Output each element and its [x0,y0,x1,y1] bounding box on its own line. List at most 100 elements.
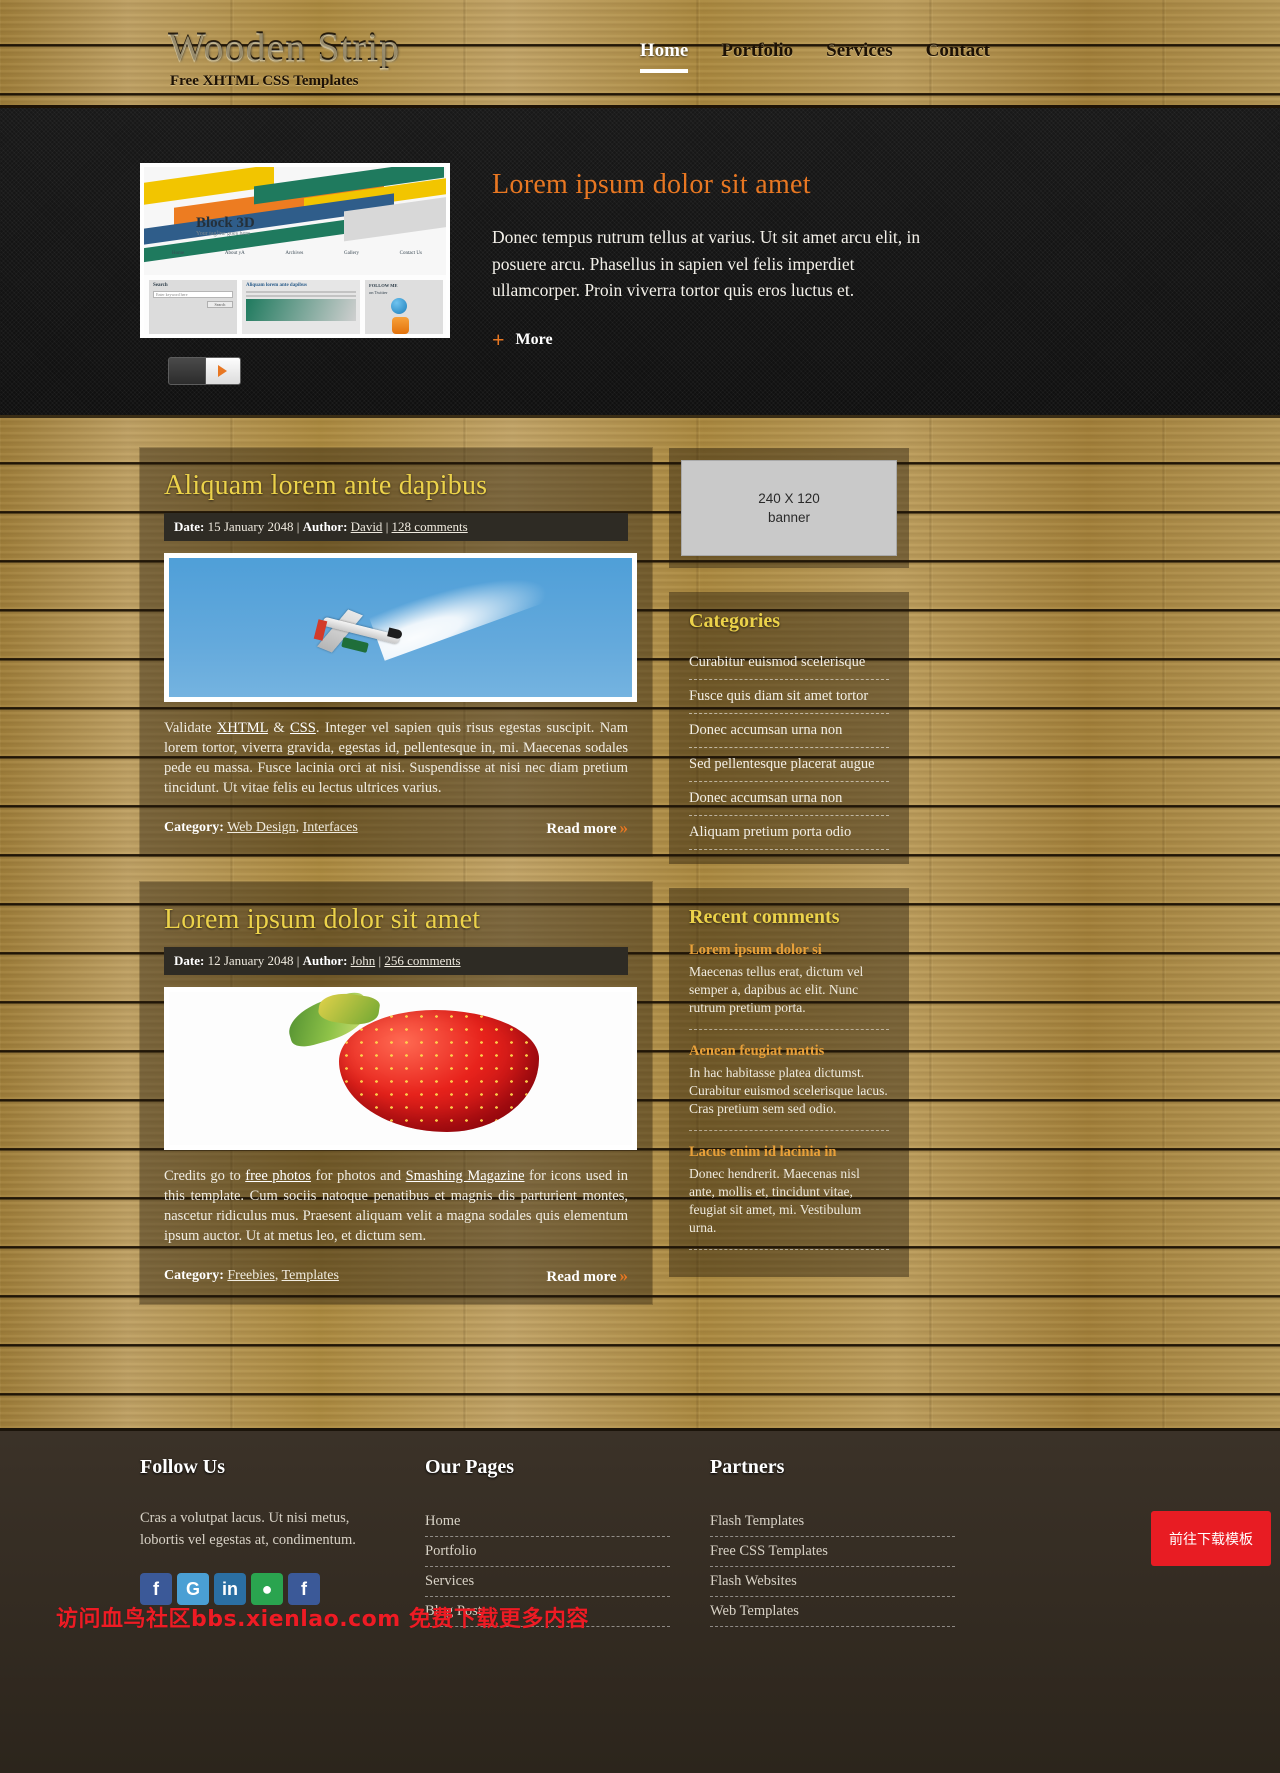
slider-controls[interactable] [168,357,241,385]
download-template-button[interactable]: 前往下载模板 [1151,1511,1271,1566]
post-date-label: Date: [174,519,205,534]
list-item[interactable]: Fusce quis diam sit amet tortor [689,680,889,714]
post-link-css[interactable]: CSS [290,720,316,736]
footer-link-services[interactable]: Services [425,1573,474,1589]
footer-link-home[interactable]: Home [425,1513,460,1529]
thumbnail-nav-item: Archives [285,251,304,256]
play-icon [218,365,228,377]
widget-recent-comments: Recent comments Lorem ipsum dolor si Mae… [669,888,909,1277]
list-item[interactable]: Free CSS Templates [710,1537,955,1567]
post-footer: Category: Freebies, Templates Read more» [164,1266,628,1304]
category-link[interactable]: Templates [282,1268,339,1283]
category-link[interactable]: Freebies [227,1268,274,1283]
read-more-label: Read more [546,821,617,837]
partner-link-flash-templates[interactable]: Flash Templates [710,1513,804,1529]
comment-title-link[interactable]: Lorem ipsum dolor si [689,942,889,959]
post-body: Validate XHTML & CSS. Integer vel sapien… [164,718,628,798]
category-item-link[interactable]: Donec accumsan urna non [689,722,842,738]
list-item[interactable]: Aliquam pretium porta odio [689,816,889,850]
list-item[interactable]: Portfolio [425,1537,670,1567]
read-more-link[interactable]: Read more» [546,1266,628,1286]
list-item[interactable]: Home [425,1507,670,1537]
comment-title-link[interactable]: Aenean feugiat mattis [689,1043,889,1060]
banner-more-label: More [515,330,553,348]
comment-item: Aenean feugiat mattis In hac habitasse p… [689,1043,889,1131]
plus-icon: + [492,326,505,352]
list-item[interactable]: Web Templates [710,1597,955,1627]
category-item-link[interactable]: Donec accumsan urna non [689,790,842,806]
thumbnail-nav-item: Gallery [344,251,359,256]
banner-heading: Lorem ipsum dolor sit amet [492,169,811,200]
partners-heading: Partners [710,1456,785,1478]
post-author-link[interactable]: John [351,953,376,968]
chevron-right-icon: » [619,818,629,837]
widget-categories: Categories Curabitur euismod scelerisque… [669,592,909,864]
thumbnail-search-button[interactable]: Search [207,301,233,308]
post-body-lead: Validate [164,720,217,736]
nav-item-portfolio[interactable]: Portfolio [721,40,793,73]
post-comments-link[interactable]: 256 comments [384,953,460,968]
partner-link-free-css-templates[interactable]: Free CSS Templates [710,1543,828,1559]
hero-banner: Block 3D Your tagline goes here Home Abo… [0,108,1280,418]
list-item[interactable]: Donec accumsan urna non [689,714,889,748]
list-item[interactable]: Flash Templates [710,1507,955,1537]
thumbnail-nav-item: Home [172,251,185,256]
list-item[interactable]: Flash Websites [710,1567,955,1597]
post-meta: Date: 15 January 2048 | Author: David | … [164,513,628,541]
post-comments-link[interactable]: 128 comments [392,519,468,534]
thumbnail-search-input[interactable]: Enter keyword here [153,291,233,298]
category-link[interactable]: Interfaces [303,820,358,835]
comment-title-link[interactable]: Lacus enim id lacinia in [689,1144,889,1161]
post-link-xhtml[interactable]: XHTML [217,720,268,736]
list-item[interactable]: Donec accumsan urna non [689,782,889,816]
category-link[interactable]: Web Design [227,820,295,835]
airplane-graphic [313,558,569,670]
nav-item-services[interactable]: Services [826,40,892,73]
list-item[interactable]: Sed pellentesque placerat augue [689,748,889,782]
banner-screenshot-thumbnail[interactable]: Block 3D Your tagline goes here Home Abo… [140,163,450,338]
post-category-list: Category: Web Design, Interfaces [164,820,358,835]
banner-more-link[interactable]: + More [492,326,932,352]
category-item-link[interactable]: Sed pellentesque placerat augue [689,756,875,772]
footer-column-partners: Partners Flash Templates Free CSS Templa… [710,1456,995,1627]
slider-play-button[interactable] [204,358,240,384]
list-item[interactable]: Services [425,1567,670,1597]
twitter-icon [391,298,407,314]
main-navigation[interactable]: Home Portfolio Services Contact [639,40,990,73]
partner-link-web-templates[interactable]: Web Templates [710,1603,799,1619]
post-link-smashing[interactable]: Smashing Magazine [406,1168,525,1184]
footer-link-portfolio[interactable]: Portfolio [425,1543,477,1559]
post-link-freephotos[interactable]: free photos [245,1168,311,1184]
comment-text: In hac habitasse platea dictumst. Curabi… [689,1065,888,1116]
sidebar-ad-box[interactable]: 240 X 120 banner [669,448,909,568]
read-more-link[interactable]: Read more» [546,818,628,838]
post-title[interactable]: Lorem ipsum dolor sit amet [164,904,628,936]
post-category-list: Category: Freebies, Templates [164,1268,339,1283]
post-author-link[interactable]: David [351,519,383,534]
post-article: Aliquam lorem ante dapibus Date: 15 Janu… [140,448,652,856]
post-meta: Date: 12 January 2048 | Author: John | 2… [164,947,628,975]
thumbnail-nav-item: Contact Us [399,251,422,256]
category-item-link[interactable]: Curabitur euismod scelerisque [689,654,865,670]
comment-text: Donec hendrerit. Maecenas nisl ante, mol… [689,1166,862,1235]
partner-link-flash-websites[interactable]: Flash Websites [710,1573,797,1589]
nav-item-contact[interactable]: Contact [926,40,990,73]
post-date-label: Date: [174,953,205,968]
thumbnail-title: Block 3D [196,215,255,231]
comment-item: Lacus enim id lacinia in Donec hendrerit… [689,1144,889,1250]
post-image-strawberry [164,987,637,1150]
site-logo[interactable]: Wooden Strip Free XHTML CSS Templates [168,26,400,90]
logo-subtitle: Free XHTML CSS Templates [170,73,359,89]
list-item[interactable]: Curabitur euismod scelerisque [689,646,889,680]
nav-item-home[interactable]: Home [639,40,689,73]
category-item-link[interactable]: Aliquam pretium porta odio [689,824,851,840]
post-title[interactable]: Aliquam lorem ante dapibus [164,470,628,502]
banner-text-block: Lorem ipsum dolor sit amet Donec tempus … [492,163,932,351]
category-label: Category: [164,820,224,835]
watermark-overlay: 访问血鸟社区bbs.xienlao.com 免费下载更多内容 [56,1607,589,1632]
post-author-label: Author: [302,953,348,968]
slider-prev-button[interactable] [169,358,205,384]
category-item-link[interactable]: Fusce quis diam sit amet tortor [689,688,868,704]
follow-us-heading: Follow Us [140,1456,225,1478]
main-content: Aliquam lorem ante dapibus Date: 15 Janu… [0,418,1280,1428]
